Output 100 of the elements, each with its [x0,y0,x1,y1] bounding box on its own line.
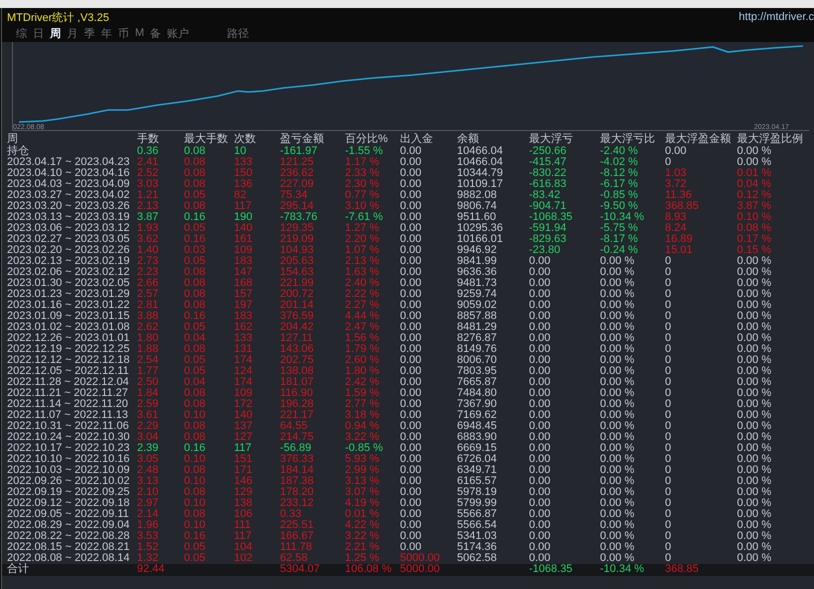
week-range-cell-text: 2023.01.23 ~ 2023.01.29 [7,289,131,300]
table-cell-text: 0.00 [529,531,552,542]
table-cell-text: 219.09 [280,234,315,245]
table-cell-text: 0.00 [529,410,552,421]
period-tab[interactable]: 年 [101,26,112,40]
table-cell-text: 0.00 % [737,267,772,278]
website-link[interactable]: http://mtdriver.c [738,11,814,23]
table-cell-text: 111 [234,520,252,531]
table-cell-text: 197 [234,300,254,311]
table-cell-text: 0.08 [184,465,206,476]
table-cell-text: 2.40 % [345,278,380,289]
table-cell-text: 138.08 [280,366,315,377]
table-cell-text: 0.08 [184,509,206,520]
week-range-cell-text: 2023.01.09 ~ 2023.01.15 [7,311,131,322]
table-cell-text: 0.00 [400,256,422,267]
column-header: 周 [7,133,19,145]
week-range-cell-text: 2022.12.12 ~ 2022.12.18 [7,355,131,366]
table-cell-text: 0.05 [184,190,206,201]
table-cell-text: 0.00 [400,201,422,212]
table-cell-text: -1068.35 [529,212,574,223]
period-tab[interactable]: 备 [150,26,162,40]
period-tab[interactable]: 月 [67,26,78,40]
table-cell-text: 8276.87 [457,333,498,344]
table-cell-text: 0.00 % [737,311,772,322]
table-cell-text: -250.66 [529,146,568,157]
total-cell-text: 5304.07 [280,564,321,576]
total-cell-text: 106.08 % [345,564,392,576]
table-cell-text: 0.00 [400,432,422,443]
table-cell-text: 0.00 [400,322,422,333]
table-cell-text: 10166.01 [457,234,504,245]
period-tab[interactable]: M [135,27,144,39]
table-cell-text: 3.88 [137,311,160,322]
table-cell-text: 2.29 [137,421,160,432]
table-cell-text: 121.25 [280,157,315,168]
table-cell-text: -23.80 [529,245,562,256]
week-range-cell-text: 2022.09.12 ~ 2022.09.18 [7,498,131,509]
table-cell-text: 11.36 [665,190,693,201]
table-cell-text: 1.59 % [345,388,380,399]
table-cell-text: 0.00 % [600,355,636,366]
table-cell-text: 0.00 [400,399,422,410]
table-cell-text: 0.00 [400,388,422,399]
table-cell-text: 7484.80 [457,388,498,399]
table-cell-text: 0.05 [184,366,206,377]
table-cell-text: 0 [665,355,672,366]
table-cell-text: 9806.74 [457,201,498,212]
table-cell-text: 0.04 [184,377,206,388]
table-cell-text: 0.05 [184,542,206,553]
table-cell-text: 10344.79 [457,168,504,179]
period-tab[interactable]: 周 [50,26,61,40]
table-cell-text: 3.10 % [345,201,380,212]
table-cell-text: 5062.58 [457,553,498,564]
table-cell-text: 2.33 % [345,168,380,179]
table-cell-text: 143.06 [280,344,315,355]
table-cell-text: 0.05 [184,223,206,234]
table-cell-text: 1.63 % [345,267,380,278]
table-cell-text: 3.13 % [345,476,380,487]
table-cell-text: 0.00 % [737,454,772,465]
table-cell-text: 233.12 [280,498,315,509]
week-range-cell-text: 2023.01.02 ~ 2023.01.08 [7,322,131,333]
period-tab[interactable]: 路径 [227,26,250,40]
period-tab[interactable]: 日 [33,26,44,40]
table-cell-text: 0.00 % [600,311,636,322]
table-cell-text: 3.04 [137,432,160,443]
table-cell-text: 1.32 [137,553,160,564]
table-cell-text: 0.00 % [600,454,636,465]
table-cell-text: 2.60 % [345,355,380,366]
table-cell-text: 0 [665,443,672,454]
table-cell-text: 368.85 [665,201,700,212]
table-cell-text: 6349.71 [457,465,498,476]
table-cell-text: 0.08 [184,157,206,168]
table-cell-text: 0.08 [184,487,206,498]
column-header: 手数 [137,133,160,146]
period-tab[interactable]: 季 [84,26,95,40]
table-cell-text: 1.84 [137,388,160,399]
table-cell-text: 140 [234,223,254,234]
week-range-cell-text: 2023.02.06 ~ 2023.02.12 [7,267,131,278]
table-cell-text: 131 [234,344,254,355]
table-cell-text: 133 [234,333,254,344]
table-cell-text: 9511.60 [457,212,497,223]
table-cell-text: 0.00 [529,509,552,520]
table-cell-text: 0 [665,498,672,509]
table-cell-text: 0.04 [184,333,206,344]
table-cell-text: 8857.88 [457,311,498,322]
table-cell-text: -0.24 % [600,245,639,256]
table-cell-text: 3.62 [137,234,160,245]
table-cell-text: 5341.03 [457,531,498,542]
table-cell-text: 16.89 [665,234,694,245]
table-cell-text: -4.02 % [600,157,639,168]
period-tab[interactable]: 账户 [167,26,190,40]
column-header: 最大浮亏比 [600,133,656,146]
period-tab[interactable]: 综 [16,26,27,40]
table-cell-text: 0.00 % [600,520,636,531]
column-header: 最大浮盈金额 [665,133,732,146]
table-cell-text: 0.00 % [737,278,772,289]
table-cell-text: 8.93 [665,212,688,223]
table-cell-text: 0.00 % [737,289,772,300]
period-tab[interactable]: 币 [118,26,129,40]
table-cell-text: 3.87 % [737,201,772,212]
table-cell-text: 221.99 [280,278,315,289]
table-cell-text: 0.08 [184,388,206,399]
